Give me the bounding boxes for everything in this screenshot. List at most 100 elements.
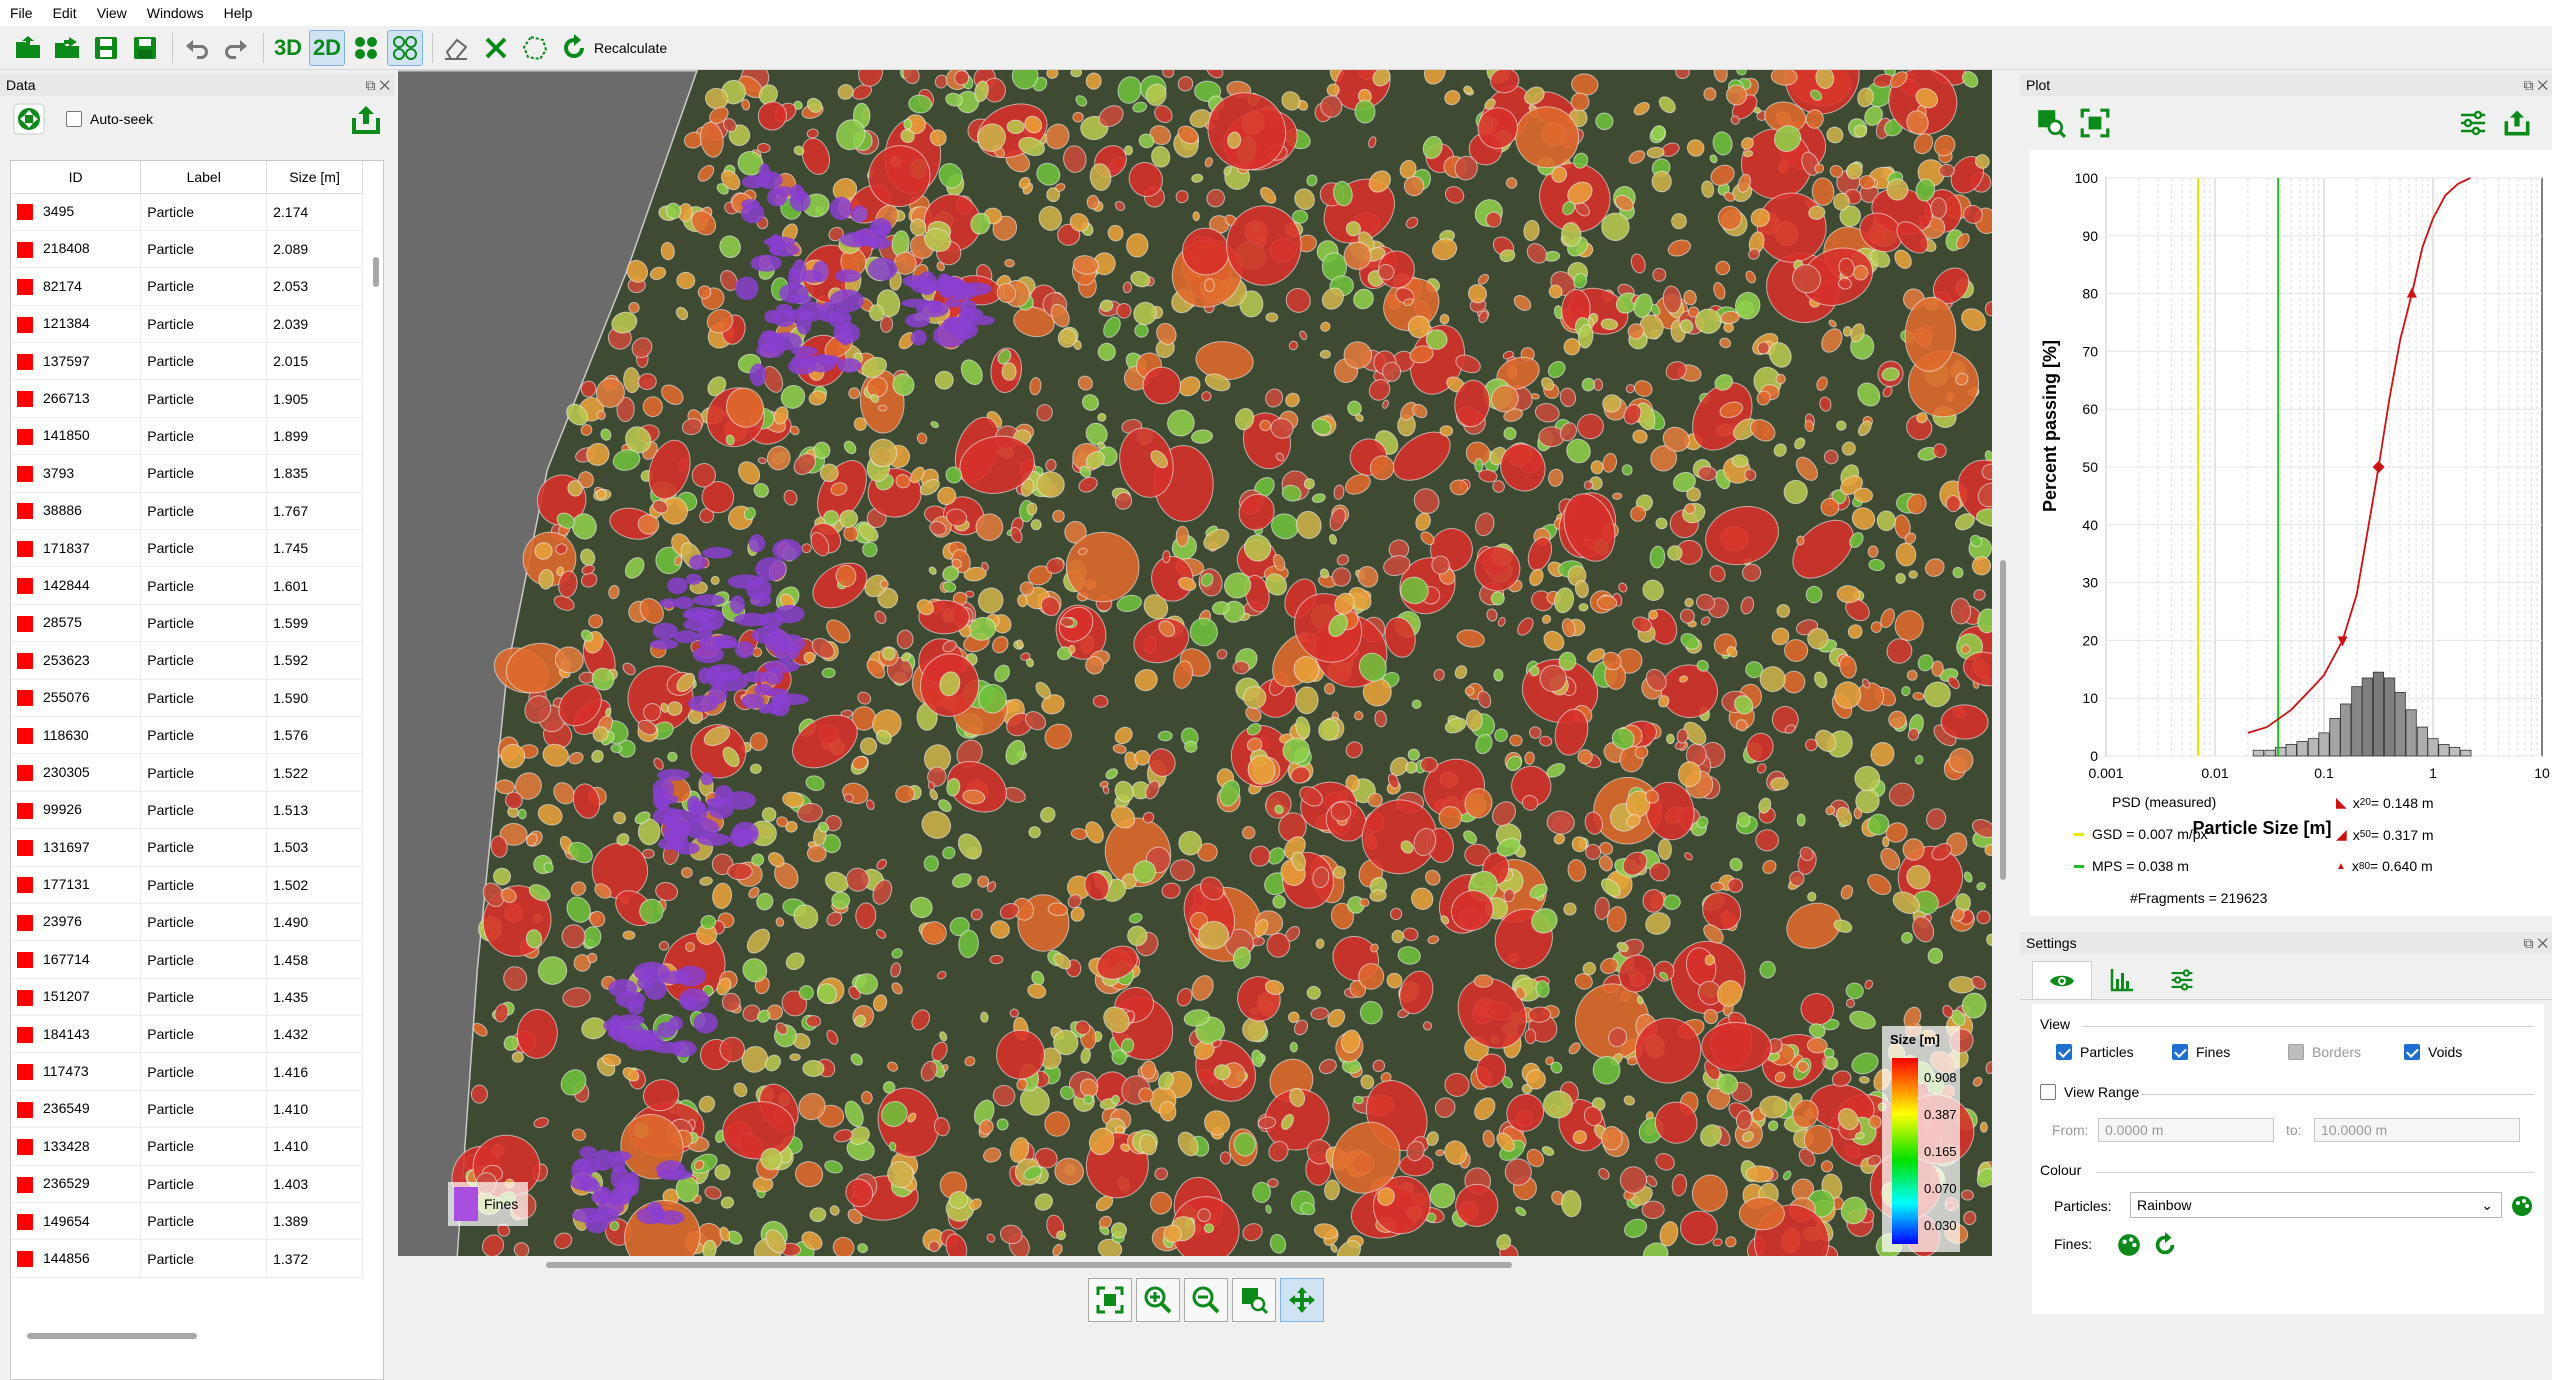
delete-button[interactable]	[478, 30, 514, 66]
redo-button[interactable]	[218, 30, 254, 66]
particle[interactable]	[470, 1084, 488, 1104]
viewer-horizontal-scrollbar[interactable]	[546, 1262, 1512, 1268]
view-range-checkbox[interactable]: View Range	[2040, 1084, 2139, 1100]
particle[interactable]	[1710, 881, 1725, 892]
menu-edit[interactable]: Edit	[43, 0, 87, 26]
table-row[interactable]: 38886 Particle 1.767	[11, 492, 363, 531]
particle[interactable]	[1950, 597, 1972, 625]
particle[interactable]	[1192, 211, 1200, 222]
table-row[interactable]: 141850 Particle 1.899	[11, 417, 363, 456]
particle[interactable]	[1657, 838, 1672, 861]
voids-visible-checkbox[interactable]: Voids	[2404, 1044, 2462, 1060]
particle[interactable]	[1391, 929, 1405, 944]
table-row[interactable]: 144856 Particle 1.372	[11, 1239, 363, 1278]
particle[interactable]	[989, 954, 1004, 965]
particle[interactable]	[1945, 495, 1961, 513]
particle[interactable]	[1122, 281, 1133, 294]
particle[interactable]	[1315, 938, 1325, 949]
borders-visible-checkbox[interactable]: Borders	[2288, 1044, 2361, 1060]
particle[interactable]	[1642, 889, 1665, 913]
table-row[interactable]: 131697 Particle 1.503	[11, 828, 363, 867]
table-row[interactable]: 142844 Particle 1.601	[11, 566, 363, 605]
table-row[interactable]: 171837 Particle 1.745	[11, 529, 363, 568]
plot-zoom-selection-button[interactable]	[2032, 104, 2070, 142]
particle[interactable]	[1213, 1064, 1231, 1081]
select-region-button[interactable]	[517, 30, 553, 66]
particle[interactable]	[1940, 704, 1989, 740]
column-header-id[interactable]: ID	[11, 161, 142, 194]
table-row[interactable]: 151207 Particle 1.435	[11, 978, 363, 1017]
particle[interactable]	[1439, 425, 1454, 437]
particle[interactable]	[1931, 660, 1944, 677]
particle[interactable]	[1435, 1149, 1445, 1157]
particle[interactable]	[676, 271, 696, 290]
particle[interactable]	[802, 1060, 825, 1077]
edit-tool-button[interactable]	[439, 30, 475, 66]
particle[interactable]	[1796, 813, 1806, 827]
zoom-selection-button[interactable]	[1232, 1278, 1276, 1322]
particle[interactable]	[1600, 1126, 1623, 1151]
panel-float-close-icons[interactable]: ⧉ ✕	[2523, 74, 2548, 96]
particle[interactable]	[1680, 1210, 1718, 1246]
particle[interactable]	[903, 118, 913, 130]
menu-help[interactable]: Help	[214, 0, 263, 26]
panel-float-close-icons[interactable]: ⧉ ✕	[2523, 932, 2548, 954]
particle[interactable]	[1097, 412, 1107, 422]
particle[interactable]	[1948, 976, 1976, 994]
open-project-button[interactable]	[49, 30, 85, 66]
auto-seek-checkbox[interactable]: Auto-seek	[66, 111, 153, 127]
particle[interactable]	[1157, 730, 1173, 742]
plot-fit-button[interactable]	[2076, 104, 2114, 142]
particle[interactable]	[1842, 326, 1852, 337]
particle[interactable]	[1590, 460, 1604, 475]
locate-particle-icon[interactable]	[12, 102, 46, 136]
particle[interactable]	[1592, 1055, 1621, 1085]
plot-export-button[interactable]	[2498, 104, 2536, 142]
particle[interactable]	[1493, 668, 1504, 682]
table-row[interactable]: 236529 Particle 1.403	[11, 1165, 363, 1204]
particle[interactable]	[1731, 454, 1749, 468]
particle[interactable]	[1266, 932, 1291, 958]
particle[interactable]	[1068, 644, 1076, 654]
particle[interactable]	[727, 862, 753, 881]
recalculate-button[interactable]: Recalculate	[560, 33, 667, 62]
particle[interactable]	[896, 629, 914, 650]
particle[interactable]	[1529, 665, 1540, 677]
particle[interactable]	[1743, 150, 1754, 158]
menu-file[interactable]: File	[0, 0, 43, 26]
table-row[interactable]: 118630 Particle 1.576	[11, 716, 363, 755]
range-from-input[interactable]: 0.0000 m	[2098, 1118, 2274, 1142]
particle[interactable]	[1908, 570, 1918, 579]
tab-advanced[interactable]	[2152, 961, 2212, 999]
psd-chart[interactable]: 0.001 0.01 0.1 1 10 0 10 20 30 40 50 60 70 80 90 100 Pa…	[2030, 150, 2552, 916]
particle[interactable]	[1292, 209, 1309, 224]
particle[interactable]	[749, 763, 762, 775]
undo-button[interactable]	[179, 30, 215, 66]
particle[interactable]	[681, 867, 693, 879]
tab-view[interactable]	[2032, 961, 2092, 999]
particle[interactable]	[1162, 550, 1171, 564]
open-folder-button[interactable]	[10, 30, 46, 66]
save-as-button[interactable]	[127, 30, 163, 66]
particle[interactable]	[1703, 87, 1717, 101]
zoom-in-button[interactable]	[1136, 1278, 1180, 1322]
particle[interactable]	[1111, 1094, 1121, 1105]
particle[interactable]	[1086, 194, 1100, 210]
table-row[interactable]: 266713 Particle 1.905	[11, 379, 363, 418]
particle[interactable]	[1930, 197, 1947, 219]
particle[interactable]	[1267, 1178, 1279, 1188]
table-row[interactable]: 149654 Particle 1.389	[11, 1202, 363, 1241]
particle[interactable]	[1738, 1196, 1785, 1231]
particle[interactable]	[1938, 163, 1955, 178]
particle[interactable]	[511, 1051, 524, 1063]
particle[interactable]	[1323, 682, 1336, 695]
particle[interactable]	[1465, 709, 1483, 731]
borders-check[interactable]	[2288, 1044, 2304, 1060]
reset-colour-icon[interactable]	[2152, 1232, 2178, 1258]
view-2d-button[interactable]: 2D	[309, 29, 345, 66]
view-3d-button[interactable]: 3D	[270, 30, 306, 66]
column-header-size[interactable]: Size [m]	[266, 161, 363, 194]
viewer-vertical-scrollbar[interactable]	[2000, 560, 2006, 880]
particle[interactable]	[1755, 829, 1779, 852]
particle[interactable]	[1666, 733, 1675, 745]
